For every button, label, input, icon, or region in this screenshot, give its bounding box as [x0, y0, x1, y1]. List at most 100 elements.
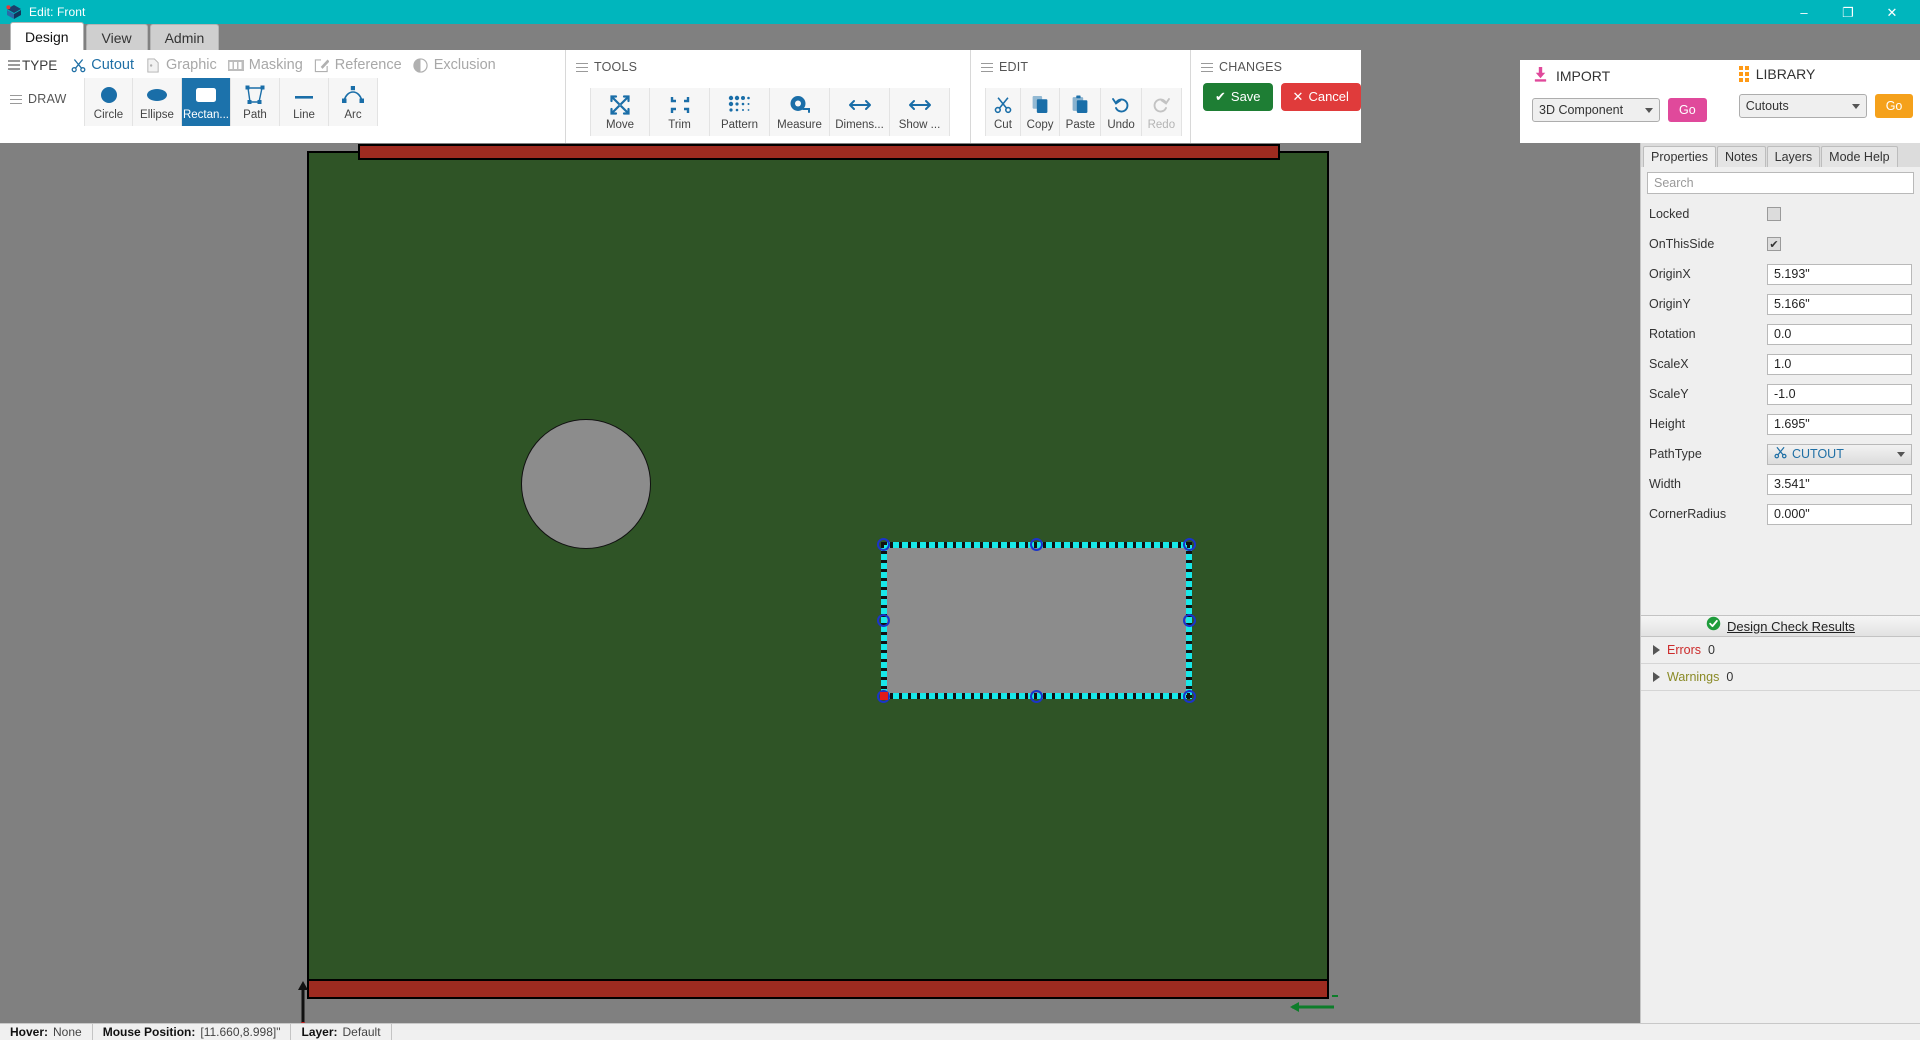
- edit-menu-icon[interactable]: [981, 60, 993, 75]
- resize-handle-top-center[interactable]: [1030, 538, 1043, 551]
- type-item-graphic-label: Graphic: [166, 57, 217, 73]
- tab-mode-help[interactable]: Mode Help: [1821, 146, 1898, 167]
- edit-cut-label: Cut: [994, 118, 1012, 131]
- type-item-masking-label: Masking: [248, 57, 303, 73]
- type-item-reference[interactable]: Reference: [311, 56, 408, 74]
- tab-view[interactable]: View: [85, 24, 148, 50]
- edit-cut-button[interactable]: Cut: [985, 87, 1021, 136]
- draw-tool-ellipse[interactable]: Ellipse: [133, 78, 182, 126]
- app-logo-icon: [6, 4, 22, 20]
- height-field[interactable]: 1.695": [1767, 413, 1912, 435]
- library-go-button[interactable]: Go: [1874, 94, 1914, 118]
- minimize-button[interactable]: –: [1782, 0, 1826, 24]
- edit-undo-button[interactable]: Undo: [1101, 87, 1142, 136]
- draw-tool-circle[interactable]: Circle: [84, 78, 133, 126]
- design-check-header[interactable]: Design Check Results: [1641, 615, 1920, 637]
- library-type-select[interactable]: Cutouts: [1738, 94, 1867, 118]
- warnings-label: Warnings: [1667, 670, 1720, 684]
- rail-bottom[interactable]: [307, 979, 1329, 999]
- image-file-icon: [145, 57, 161, 73]
- property-label-originy: OriginY: [1649, 297, 1691, 311]
- edit-redo-button[interactable]: Redo: [1141, 87, 1182, 136]
- tool-pattern[interactable]: Pattern: [710, 87, 770, 136]
- ribbon-group-edit: EDIT Cut Copy Paste Undo Redo: [971, 50, 1191, 143]
- tab-admin[interactable]: Admin: [149, 24, 220, 50]
- save-button[interactable]: ✔ Save: [1203, 82, 1273, 111]
- origin-anchor-marker[interactable]: [880, 692, 888, 700]
- tool-move[interactable]: Move: [590, 87, 650, 136]
- locked-checkbox[interactable]: [1767, 207, 1781, 221]
- expand-triangle-icon[interactable]: [1653, 645, 1660, 655]
- onthisside-checkbox[interactable]: ✔: [1767, 237, 1781, 251]
- ribbon-group-type-draw: TYPE Cutout Graphic Masking Reference Ex…: [0, 50, 566, 143]
- design-canvas[interactable]: [0, 143, 1640, 1023]
- tool-measure[interactable]: Measure: [770, 87, 830, 136]
- resize-handle-middle-left[interactable]: [877, 614, 890, 627]
- width-field[interactable]: 3.541": [1767, 473, 1912, 495]
- draw-tool-arc[interactable]: Arc: [329, 78, 378, 126]
- tab-notes[interactable]: Notes: [1716, 146, 1766, 167]
- tool-measure-label: Measure: [777, 118, 822, 131]
- originy-field[interactable]: 5.166": [1767, 293, 1912, 315]
- chevron-down-icon: [1851, 103, 1860, 109]
- draw-tool-path[interactable]: Path: [231, 78, 280, 126]
- scaley-field[interactable]: -1.0: [1767, 383, 1912, 405]
- warnings-count: 0: [1726, 670, 1734, 684]
- resize-handle-bottom-center[interactable]: [1030, 690, 1043, 703]
- selected-rectangle-cutout[interactable]: [877, 538, 1196, 703]
- library-title: LIBRARY: [1755, 66, 1816, 82]
- maximize-button[interactable]: ❐: [1826, 0, 1870, 24]
- rotation-field[interactable]: 0.0: [1767, 323, 1912, 345]
- design-check-errors-row[interactable]: Errors 0: [1641, 637, 1920, 664]
- type-item-cutout[interactable]: Cutout: [67, 56, 140, 74]
- tab-properties[interactable]: Properties: [1643, 146, 1716, 167]
- draw-tool-rectangle[interactable]: Rectan...: [182, 78, 231, 126]
- tool-move-label: Move: [605, 118, 635, 131]
- tab-layers[interactable]: Layers: [1766, 146, 1821, 167]
- move-arrows-icon: [609, 93, 631, 117]
- scalex-field[interactable]: 1.0: [1767, 353, 1912, 375]
- design-check-warnings-row[interactable]: Warnings 0: [1641, 664, 1920, 691]
- tool-show[interactable]: Show ...: [890, 87, 950, 136]
- tools-menu-icon[interactable]: [576, 60, 588, 75]
- rail-top[interactable]: [358, 144, 1280, 160]
- resize-handle-top-right[interactable]: [1183, 538, 1196, 551]
- ribbon-group-tools: TOOLS Move Trim Pattern Measure Dimens..…: [566, 50, 971, 143]
- pathtype-select[interactable]: CUTOUT: [1767, 443, 1912, 465]
- status-hover-value: None: [53, 1025, 82, 1039]
- import-download-icon: [1532, 66, 1549, 86]
- type-menu-icon[interactable]: [8, 58, 20, 73]
- circle-cutout-shape[interactable]: [521, 419, 651, 549]
- draw-group-label-wrap: DRAW: [10, 92, 84, 107]
- draw-tool-line[interactable]: Line: [280, 78, 329, 126]
- tool-dimensions[interactable]: Dimens...: [830, 87, 890, 136]
- search-input[interactable]: [1647, 172, 1914, 194]
- tool-trim[interactable]: Trim: [650, 87, 710, 136]
- type-item-graphic[interactable]: Graphic: [142, 56, 223, 74]
- originx-field[interactable]: 5.193": [1767, 263, 1912, 285]
- tab-design[interactable]: Design: [10, 22, 84, 50]
- undo-icon: [1111, 93, 1131, 117]
- status-mouse-label: Mouse Position:: [102, 1025, 196, 1039]
- draw-menu-icon[interactable]: [10, 92, 22, 107]
- import-go-button[interactable]: Go: [1668, 98, 1707, 122]
- type-item-exclusion[interactable]: Exclusion: [410, 56, 502, 74]
- expand-triangle-icon[interactable]: [1653, 672, 1660, 682]
- resize-handle-top-left[interactable]: [877, 538, 890, 551]
- type-item-masking[interactable]: Masking: [225, 56, 309, 74]
- edit-copy-button[interactable]: Copy: [1020, 87, 1061, 136]
- close-button[interactable]: ✕: [1870, 0, 1914, 24]
- changes-menu-icon[interactable]: [1201, 60, 1213, 75]
- tool-pattern-label: Pattern: [720, 118, 759, 131]
- import-type-selected: 3D Component: [1539, 103, 1624, 117]
- import-type-select[interactable]: 3D Component: [1532, 98, 1660, 122]
- edit-paste-button[interactable]: Paste: [1060, 87, 1102, 136]
- resize-handle-bottom-right[interactable]: [1183, 690, 1196, 703]
- type-row: TYPE Cutout Graphic Masking Reference Ex…: [8, 56, 557, 74]
- scissors-icon: [70, 57, 86, 73]
- cancel-button[interactable]: ✕ Cancel: [1280, 82, 1361, 111]
- library-controls: Cutouts Go: [1738, 94, 1914, 118]
- cornerradius-field[interactable]: 0.000": [1767, 503, 1912, 525]
- resize-handle-middle-right[interactable]: [1183, 614, 1196, 627]
- paste-icon: [1071, 93, 1089, 117]
